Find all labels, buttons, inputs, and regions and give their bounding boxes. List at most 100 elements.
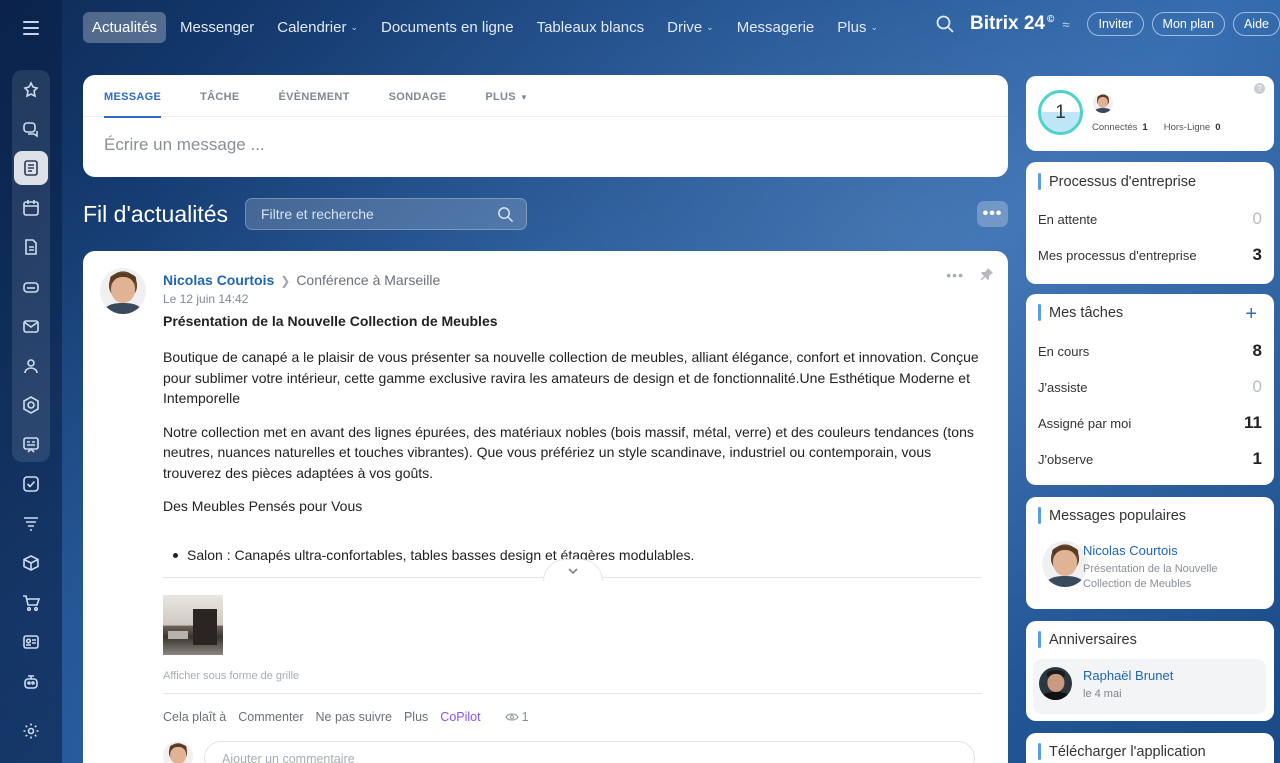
feed-icon[interactable]: [14, 151, 48, 185]
box-icon[interactable]: [14, 546, 48, 580]
avatar[interactable]: [100, 268, 146, 314]
calendar-icon[interactable]: [14, 191, 48, 225]
feed-more-button[interactable]: •••: [977, 201, 1008, 227]
widget-title: Anniversaires: [1026, 630, 1274, 650]
tab-message[interactable]: MESSAGE: [104, 75, 162, 118]
popular-post-link[interactable]: Présentation de la Nouvelle Collection d…: [1083, 562, 1253, 591]
nav-item-drive[interactable]: Drive ⌄: [658, 12, 723, 43]
nav-item-messenger[interactable]: Messenger: [171, 12, 263, 43]
drive-icon[interactable]: [14, 270, 48, 304]
birthday-date: le 4 mai: [1083, 688, 1122, 700]
row-count: 1: [1252, 449, 1262, 468]
search-icon[interactable]: [934, 13, 956, 35]
robot-icon[interactable]: [14, 665, 48, 699]
eye-icon: [504, 713, 519, 721]
grid-view-link[interactable]: Afficher sous forme de grille: [163, 670, 299, 682]
widget-title[interactable]: Télécharger l'application: [1026, 742, 1274, 762]
filter-placeholder: Filtre et recherche: [261, 206, 374, 222]
help-button[interactable]: Aide: [1232, 12, 1280, 36]
help-icon[interactable]: ?: [1254, 83, 1265, 94]
row-label: En cours: [1038, 343, 1090, 359]
brand-logo[interactable]: Bitrix 24 ©: [970, 13, 1054, 35]
chat-icon[interactable]: [14, 112, 48, 146]
birthday-item[interactable]: Raphaël Brunet le 4 mai: [1033, 659, 1266, 714]
left-rail: [0, 0, 62, 763]
groups-icon[interactable]: [14, 349, 48, 383]
board-icon[interactable]: [14, 428, 48, 462]
task-row[interactable]: J'observe 1: [1026, 441, 1274, 477]
plan-button[interactable]: Mon plan: [1151, 12, 1225, 36]
task-row[interactable]: J'assiste 0: [1026, 369, 1274, 405]
avatar[interactable]: [1093, 93, 1113, 113]
comment-input[interactable]: Ajouter un commentaire: [204, 741, 975, 763]
task-row[interactable]: En cours 8: [1026, 333, 1274, 369]
cart-icon[interactable]: [14, 586, 48, 620]
task-row[interactable]: Assigné par moi 11: [1026, 405, 1274, 441]
download-widget: Télécharger l'application: [1026, 733, 1274, 763]
connected-label: Connectés: [1092, 122, 1138, 133]
tab-event[interactable]: ÉVÈNEMENT: [279, 75, 350, 117]
popular-author-link[interactable]: Nicolas Courtois: [1083, 543, 1178, 558]
post-body: Boutique de canapé a le plaisir de vous …: [163, 347, 983, 565]
post-menu-button[interactable]: •••: [946, 267, 964, 283]
avatar[interactable]: [1042, 541, 1088, 587]
post-author-link[interactable]: Nicolas Courtois: [163, 272, 274, 288]
nav-item-calendrier[interactable]: Calendrier ⌄: [268, 12, 367, 43]
online-widget: 1 Connectés 1 Hors-Ligne 0 ?: [1026, 76, 1274, 151]
widget-title: Messages populaires: [1026, 506, 1274, 526]
like-button[interactable]: Cela plaît à: [163, 710, 226, 724]
nav-item-plus[interactable]: Plus ⌄: [828, 12, 887, 43]
nav-label: Messagerie: [736, 19, 815, 36]
menu-icon[interactable]: [19, 18, 43, 38]
filter-search-input[interactable]: Filtre et recherche: [245, 198, 527, 230]
main-nav: Actualités Messenger Calendrier ⌄ Documen…: [83, 12, 892, 43]
tab-more[interactable]: PLUS ▼: [485, 75, 528, 117]
settings-icon[interactable]: [14, 714, 48, 748]
tab-task[interactable]: TÂCHE: [200, 75, 239, 117]
attachment-image[interactable]: [163, 595, 223, 655]
post-destination[interactable]: Conférence à Marseille: [296, 272, 440, 288]
tab-poll[interactable]: SONDAGE: [389, 75, 447, 117]
nav-item-messagerie[interactable]: Messagerie: [728, 12, 824, 43]
comment-button[interactable]: Commenter: [238, 710, 303, 724]
copilot-icon[interactable]: [14, 73, 48, 107]
expand-post-button[interactable]: [543, 559, 603, 581]
row-label: Mes processus d'entreprise: [1038, 247, 1197, 263]
row-count: 8: [1252, 341, 1262, 360]
nav-label: Tableaux blancs: [536, 19, 645, 36]
popular-widget: Messages populaires Nicolas Courtois Pré…: [1026, 497, 1274, 609]
document-icon[interactable]: [14, 230, 48, 264]
funnel-icon[interactable]: [14, 507, 48, 541]
network-icon[interactable]: ≈: [1062, 17, 1069, 32]
chevron-down-icon: ⌄: [350, 22, 358, 32]
online-counter[interactable]: 1: [1038, 90, 1083, 135]
tasks-icon[interactable]: [14, 467, 48, 501]
nav-item-tableaux[interactable]: Tableaux blancs: [528, 12, 654, 43]
birthday-name-link[interactable]: Raphaël Brunet: [1083, 668, 1173, 683]
search-icon[interactable]: [497, 206, 514, 223]
copilot-button[interactable]: CoPilot: [440, 710, 480, 724]
invite-button[interactable]: Inviter: [1087, 12, 1144, 36]
nav-label: Documents en ligne: [381, 19, 514, 36]
add-task-button[interactable]: +: [1245, 304, 1257, 324]
more-button[interactable]: Plus: [404, 710, 428, 724]
process-row[interactable]: En attente 0: [1026, 201, 1274, 237]
message-input[interactable]: Écrire un message ...: [83, 117, 1008, 173]
widget-title[interactable]: Processus d'entreprise: [1026, 172, 1274, 192]
mail-icon[interactable]: [14, 309, 48, 343]
hexagon-icon[interactable]: [14, 388, 48, 422]
widget-title[interactable]: Mes tâches: [1026, 303, 1274, 323]
contact-icon[interactable]: [14, 625, 48, 659]
post-date[interactable]: Le 12 juin 14:42: [163, 292, 248, 306]
top-right: Bitrix 24 © ≈ Inviter Mon plan Aide: [934, 12, 1280, 36]
nav-label: Calendrier: [277, 19, 347, 36]
pin-icon[interactable]: [980, 267, 994, 281]
process-row[interactable]: Mes processus d'entreprise 3: [1026, 237, 1274, 273]
nav-item-documents[interactable]: Documents en ligne: [372, 12, 523, 43]
processes-widget: Processus d'entreprise En attente 0 Mes p…: [1026, 162, 1274, 284]
nav-label: Actualités: [92, 19, 158, 36]
views-counter[interactable]: 1: [504, 710, 541, 724]
nav-item-actualites[interactable]: Actualités: [83, 12, 167, 43]
unfollow-button[interactable]: Ne pas suivre: [316, 710, 392, 724]
birthdays-widget: Anniversaires Raphaël Brunet le 4 mai: [1026, 621, 1274, 721]
